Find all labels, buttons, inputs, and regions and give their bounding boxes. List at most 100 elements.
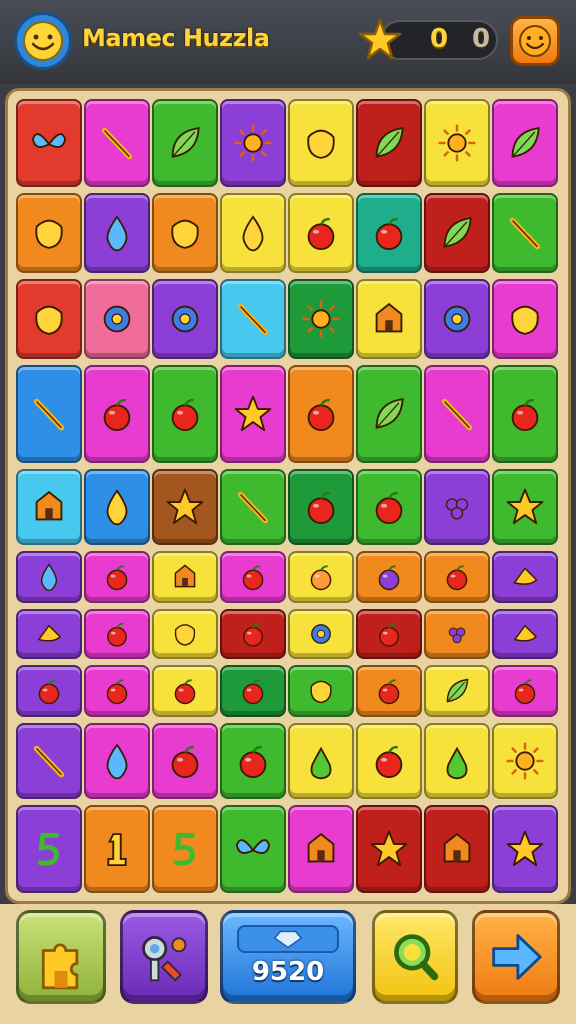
tile-r7-c8[interactable] [492,609,558,659]
tile-r9-c3[interactable] [152,723,218,799]
tile-r3-c3[interactable] [152,279,218,359]
tile-r9-c6[interactable] [356,723,422,799]
tile-r7-c4[interactable] [220,609,286,659]
tile-r9-c2[interactable] [84,723,150,799]
tile-r10-c2[interactable] [84,805,150,893]
mushroom-character-icon [307,129,335,159]
tile-r5-c6[interactable] [356,469,422,545]
tile-r2-c3[interactable] [152,193,218,273]
tile-r5-c8[interactable] [492,469,558,545]
tile-r3-c5[interactable] [288,279,354,359]
tile-r3-c1[interactable] [16,279,82,359]
tile-r7-c6[interactable] [356,609,422,659]
tile-r10-c5[interactable] [288,805,354,893]
tile-r10-c4[interactable] [220,805,286,893]
leaf-icon [443,217,472,248]
tile-r8-c5[interactable] [288,665,354,717]
tile-r10-c1[interactable] [16,805,82,893]
tile-r2-c6[interactable] [356,193,422,273]
hook-icon [37,832,59,866]
shell-icon [35,219,63,249]
tile-r3-c2[interactable] [84,279,150,359]
tile-r5-c3[interactable] [152,469,218,545]
number-five-icon [173,832,195,866]
tile-r1-c5[interactable] [288,99,354,187]
paintbrush-icon [101,127,133,160]
house-icon [443,832,471,863]
tile-r6-c5[interactable] [288,551,354,603]
tile-r3-c4[interactable] [220,279,286,359]
tile-r1-c7[interactable] [424,99,490,187]
coins-button[interactable]: 9520 [220,910,356,1004]
tile-r10-c6[interactable] [356,805,422,893]
search-button[interactable] [372,910,458,1004]
tile-r1-c8[interactable] [492,99,558,187]
tile-r9-c8[interactable] [492,723,558,799]
tile-r5-c4[interactable] [220,469,286,545]
tile-r8-c1[interactable] [16,665,82,717]
tile-r5-c2[interactable] [84,469,150,545]
tile-r8-c4[interactable] [220,665,286,717]
tile-r7-c7[interactable] [424,609,490,659]
home-button[interactable] [16,910,106,1004]
tile-r9-c4[interactable] [220,723,286,799]
tile-r4-c2[interactable] [84,365,150,463]
tile-r6-c6[interactable] [356,551,422,603]
tile-r3-c6[interactable] [356,279,422,359]
profile-button[interactable] [510,16,560,66]
tile-r4-c4[interactable] [220,365,286,463]
tile-r4-c5[interactable] [288,365,354,463]
tile-r6-c3[interactable] [152,551,218,603]
tile-r7-c2[interactable] [84,609,150,659]
tile-r9-c1[interactable] [16,723,82,799]
tile-r7-c5[interactable] [288,609,354,659]
tile-r8-c7[interactable] [424,665,490,717]
tile-r4-c6[interactable] [356,365,422,463]
tile-r2-c8[interactable] [492,193,558,273]
tile-r8-c8[interactable] [492,665,558,717]
tile-r3-c7[interactable] [424,279,490,359]
tile-r2-c2[interactable] [84,193,150,273]
tile-r6-c8[interactable] [492,551,558,603]
star-hand-icon [506,830,544,867]
tile-r3-c8[interactable] [492,279,558,359]
tile-r1-c6[interactable] [356,99,422,187]
lantern-box-icon [307,832,335,863]
tile-r7-c3[interactable] [152,609,218,659]
tile-r1-c1[interactable] [16,99,82,187]
tile-r4-c8[interactable] [492,365,558,463]
tile-r4-c1[interactable] [16,365,82,463]
tile-r6-c1[interactable] [16,551,82,603]
tile-r9-c7[interactable] [424,723,490,799]
tile-r10-c3[interactable] [152,805,218,893]
tile-r5-c5[interactable] [288,469,354,545]
ball-icon [443,305,471,333]
tile-r6-c2[interactable] [84,551,150,603]
tile-r5-c1[interactable] [16,469,82,545]
tile-r4-c7[interactable] [424,365,490,463]
tile-r2-c7[interactable] [424,193,490,273]
tile-r10-c7[interactable] [424,805,490,893]
tile-r1-c2[interactable] [84,99,150,187]
tile-r8-c6[interactable] [356,665,422,717]
tile-r10-c8[interactable] [492,805,558,893]
tile-r5-c7[interactable] [424,469,490,545]
bird-icon [31,133,67,148]
tile-r9-c5[interactable] [288,723,354,799]
pin-icon [171,219,199,249]
tools-button[interactable] [120,910,208,1004]
tile-r4-c3[interactable] [152,365,218,463]
tile-r8-c2[interactable] [84,665,150,717]
tile-r2-c1[interactable] [16,193,82,273]
next-button[interactable] [472,910,560,1004]
tile-r6-c4[interactable] [220,551,286,603]
tile-r2-c4[interactable] [220,193,286,273]
tile-r8-c3[interactable] [152,665,218,717]
tile-r1-c3[interactable] [152,99,218,187]
tile-r1-c4[interactable] [220,99,286,187]
strawberry-star-icon [171,398,199,432]
tile-r6-c7[interactable] [424,551,490,603]
player-avatar[interactable] [14,12,72,70]
tile-r7-c1[interactable] [16,609,82,659]
tile-r2-c5[interactable] [288,193,354,273]
